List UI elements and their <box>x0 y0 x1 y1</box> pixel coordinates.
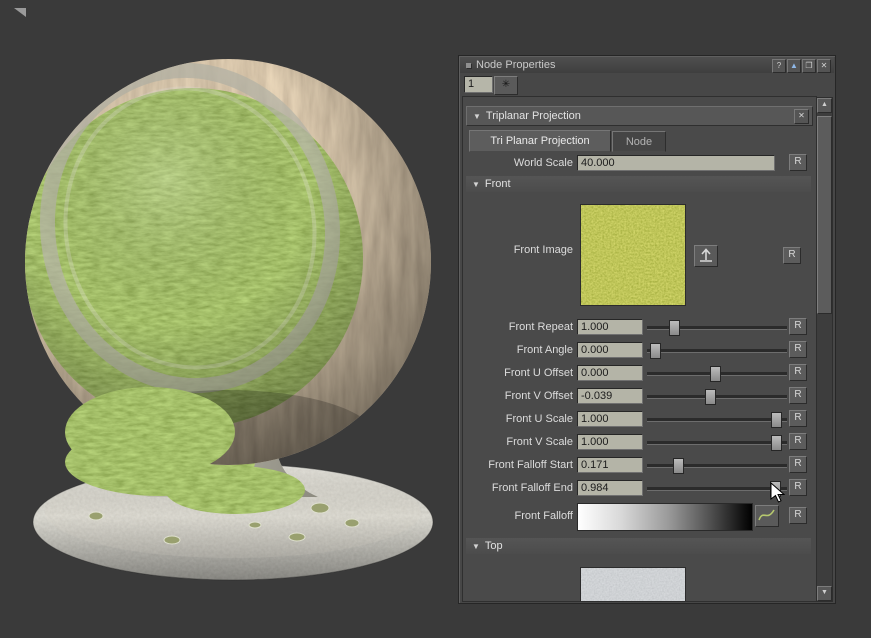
param-row: Front U Scale 1.000 R <box>463 410 816 428</box>
load-image-icon <box>696 246 716 264</box>
collapse-triangle-icon[interactable]: ▼ <box>472 542 480 551</box>
properties-scroll-area: ▼ Triplanar Projection ✕ Tri Planar Proj… <box>462 96 817 602</box>
top-image-thumbnail[interactable] <box>580 567 686 602</box>
load-image-button[interactable] <box>694 245 718 267</box>
panel-titlebar[interactable]: Node Properties ? ▲ ❐ ✕ <box>460 57 834 73</box>
slider-handle[interactable] <box>673 458 684 474</box>
top-section-header[interactable]: ▼ Top <box>466 538 811 554</box>
param-field[interactable]: 1.000 <box>577 434 643 450</box>
front-falloff-gradient[interactable] <box>577 503 753 531</box>
reset-button[interactable]: R <box>789 479 807 496</box>
param-field[interactable]: 1.000 <box>577 319 643 335</box>
slider-track[interactable] <box>647 349 787 353</box>
close-icon[interactable]: ✕ <box>817 59 831 73</box>
reset-button[interactable]: R <box>789 387 807 404</box>
param-label: Front U Scale <box>465 410 573 428</box>
param-field[interactable]: 0.000 <box>577 365 643 381</box>
param-label: Front Falloff End <box>465 479 573 497</box>
reset-button[interactable]: R <box>789 433 807 450</box>
reset-button[interactable]: R <box>783 247 801 264</box>
slider-handle[interactable] <box>771 435 782 451</box>
param-label: Front U Offset <box>465 364 573 382</box>
slider-track[interactable] <box>647 441 787 445</box>
param-row: Front Falloff Start 0.171 R <box>463 456 816 474</box>
param-field[interactable]: 0.171 <box>577 457 643 473</box>
curve-icon <box>757 506 777 524</box>
world-scale-label: World Scale <box>465 154 573 172</box>
param-label: Front Angle <box>465 341 573 359</box>
param-slider[interactable] <box>647 411 787 427</box>
material-preview <box>0 0 458 638</box>
param-field[interactable]: 1.000 <box>577 411 643 427</box>
edit-curve-button[interactable] <box>755 505 779 527</box>
param-slider[interactable] <box>647 365 787 381</box>
node-close-button[interactable]: ✕ <box>794 109 809 124</box>
param-label: Front V Scale <box>465 433 573 451</box>
reset-button[interactable]: R <box>789 154 807 171</box>
front-section-header[interactable]: ▼ Front <box>466 176 811 192</box>
restore-icon[interactable]: ❐ <box>802 59 816 73</box>
param-row: Front V Scale 1.000 R <box>463 433 816 451</box>
param-field[interactable]: 0.984 <box>577 480 643 496</box>
node-header[interactable]: ▼ Triplanar Projection ✕ <box>466 106 813 126</box>
tab-tri-planar-projection[interactable]: Tri Planar Projection <box>469 130 611 152</box>
slider-track[interactable] <box>647 487 787 491</box>
slider-handle[interactable] <box>705 389 716 405</box>
collapse-triangle-icon[interactable]: ▼ <box>473 112 481 121</box>
panel-title: Node Properties <box>476 59 556 71</box>
param-slider[interactable] <box>647 480 787 496</box>
vertical-scrollbar[interactable]: ▲ ▼ <box>816 97 833 602</box>
slider-handle[interactable] <box>710 366 721 382</box>
front-image-label: Front Image <box>465 241 573 259</box>
slider-handle[interactable] <box>770 481 781 497</box>
slider-handle[interactable] <box>650 343 661 359</box>
front-section-title: Front <box>485 178 511 190</box>
param-slider[interactable] <box>647 319 787 335</box>
param-slider[interactable] <box>647 342 787 358</box>
node-index-field[interactable]: 1 <box>464 76 493 93</box>
collapse-triangle-icon[interactable]: ▼ <box>472 180 480 189</box>
param-field[interactable]: -0.039 <box>577 388 643 404</box>
slider-handle[interactable] <box>771 412 782 428</box>
node-properties-panel: Node Properties ? ▲ ❐ ✕ 1 ✳ ▼ Triplanar … <box>458 55 836 604</box>
param-row: Front V Offset -0.039 R <box>463 387 816 405</box>
param-label: Front Falloff Start <box>465 456 573 474</box>
slider-track[interactable] <box>647 395 787 399</box>
param-label: Front V Offset <box>465 387 573 405</box>
slider-track[interactable] <box>647 464 787 468</box>
param-row: Front Repeat 1.000 R <box>463 318 816 336</box>
param-row: Front Angle 0.000 R <box>463 341 816 359</box>
param-row: Front U Offset 0.000 R <box>463 364 816 382</box>
reset-button[interactable]: R <box>789 410 807 427</box>
param-slider[interactable] <box>647 457 787 473</box>
reset-button[interactable]: R <box>789 341 807 358</box>
scroll-up-icon[interactable]: ▲ <box>817 98 832 113</box>
slider-track[interactable] <box>647 326 787 330</box>
app-window: Node Properties ? ▲ ❐ ✕ 1 ✳ ▼ Triplanar … <box>0 0 871 638</box>
reset-button[interactable]: R <box>789 456 807 473</box>
top-section-title: Top <box>485 540 503 552</box>
world-scale-field[interactable]: 40.000 <box>577 155 775 171</box>
reset-button[interactable]: R <box>789 318 807 335</box>
param-slider[interactable] <box>647 388 787 404</box>
reset-button[interactable]: R <box>789 364 807 381</box>
slider-track[interactable] <box>647 418 787 422</box>
help-icon[interactable]: ? <box>772 59 786 73</box>
param-slider[interactable] <box>647 434 787 450</box>
tab-node[interactable]: Node <box>612 131 666 152</box>
world-scale-row: World Scale 40.000 R <box>463 154 816 172</box>
scrollbar-thumb[interactable] <box>817 116 832 314</box>
node-title: Triplanar Projection <box>486 110 581 122</box>
slider-handle[interactable] <box>669 320 680 336</box>
pick-node-button[interactable]: ✳ <box>494 76 518 95</box>
titlebar-grip-icon <box>466 63 471 68</box>
reset-button[interactable]: R <box>789 507 807 524</box>
param-field[interactable]: 0.000 <box>577 342 643 358</box>
front-falloff-label: Front Falloff <box>465 507 573 525</box>
scroll-down-icon[interactable]: ▼ <box>817 586 832 601</box>
front-image-thumbnail[interactable] <box>580 204 686 306</box>
maximize-icon[interactable]: ▲ <box>787 59 801 73</box>
param-label: Front Repeat <box>465 318 573 336</box>
param-row: Front Falloff End 0.984 R <box>463 479 816 497</box>
